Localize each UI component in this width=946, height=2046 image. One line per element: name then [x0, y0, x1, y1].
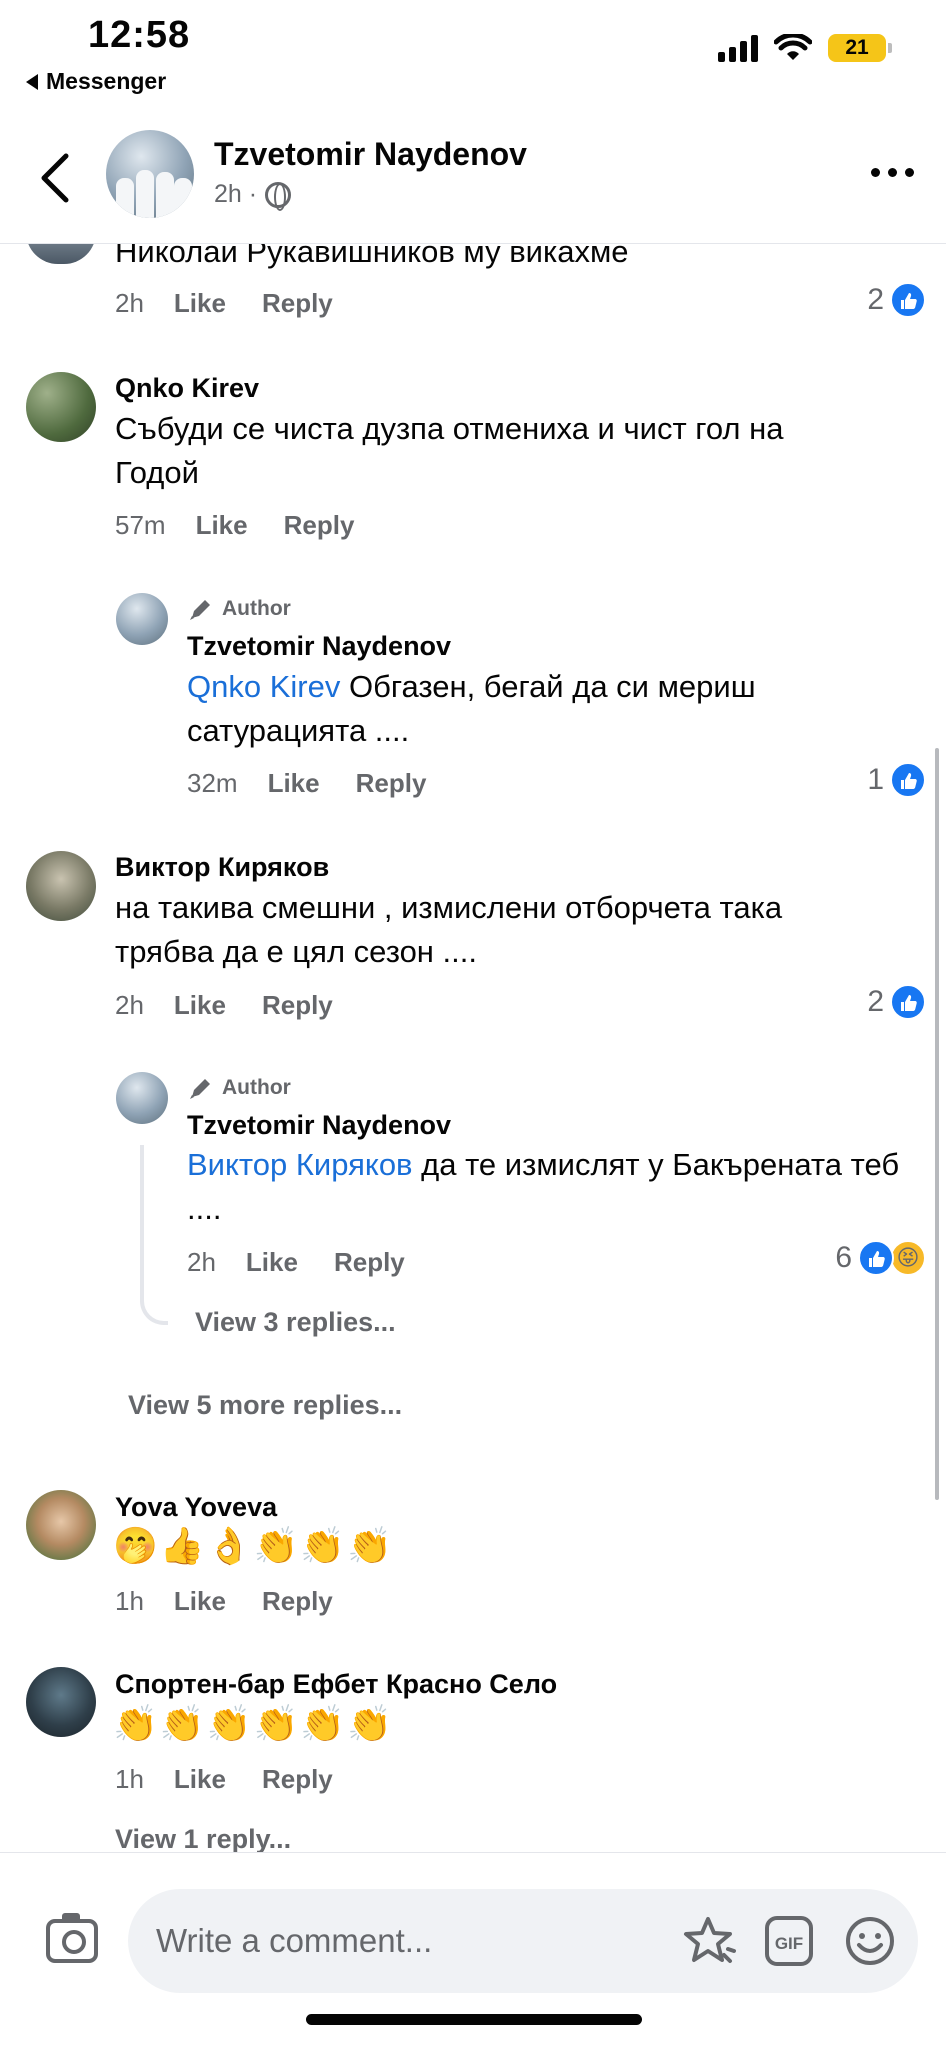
reaction-count[interactable]: 2 [867, 282, 926, 318]
like-button[interactable]: Like [196, 510, 248, 541]
comment-box[interactable]: GIF [128, 1889, 918, 1993]
like-button[interactable]: Like [174, 990, 226, 1021]
status-icons: 21 [718, 34, 892, 62]
status-time: 12:58 [88, 14, 191, 56]
comment-time: 32m [187, 768, 238, 798]
comment-avatar[interactable] [26, 851, 96, 921]
like-button[interactable]: Like [246, 1247, 298, 1278]
reply-avatar[interactable] [116, 1072, 168, 1124]
view-3-replies-link[interactable]: View 3 replies... [195, 1307, 396, 1338]
commenter-name[interactable]: Tzvetomir Naydenov [187, 631, 451, 662]
commenter-name[interactable]: Спортен-бар Ефбет Красно Село [115, 1669, 557, 1700]
reply-avatar[interactable] [116, 593, 168, 645]
comment-actions: 2h Like Reply [115, 990, 369, 1021]
camera-icon[interactable] [46, 1913, 98, 1963]
author-tag: Author [188, 1075, 291, 1101]
emoji-comment: 🤭👍👌👏👏👏 [113, 1525, 394, 1566]
commenter-name[interactable]: Виктор Киряков [115, 852, 329, 883]
comment-text: на такива смешни , измислени отборчета т… [115, 890, 783, 969]
like-button[interactable]: Like [268, 768, 320, 799]
comment-avatar[interactable] [26, 1667, 96, 1737]
reply-button[interactable]: Reply [262, 288, 333, 319]
like-button[interactable]: Like [174, 1764, 226, 1795]
view-more-replies-link[interactable]: View 5 more replies... [128, 1390, 402, 1421]
comment-input[interactable] [156, 1889, 656, 1993]
pen-icon [190, 1079, 210, 1099]
reply-button[interactable]: Reply [356, 768, 427, 799]
pen-icon [190, 600, 210, 620]
like-icon [890, 762, 926, 798]
comment-actions: 2h Like Reply [187, 1247, 441, 1278]
comment-avatar[interactable] [26, 1490, 96, 1560]
signal-icon [718, 34, 758, 62]
home-indicator [306, 2014, 642, 2025]
reaction-count[interactable]: 6 😝 [835, 1240, 926, 1276]
post-time: 2h · [214, 180, 258, 208]
post-header: Tzvetomir Naydenov 2h · [0, 112, 946, 244]
reaction-number: 1 [867, 763, 884, 796]
mention-link[interactable]: Виктор Киряков [187, 1147, 413, 1182]
reaction-count[interactable]: 2 [867, 984, 926, 1020]
comment-actions: 2h Like Reply [115, 288, 369, 319]
scrollbar[interactable] [935, 748, 939, 1500]
reply-button[interactable]: Reply [262, 990, 333, 1021]
commenter-name[interactable]: Qnko Kirev [115, 373, 259, 404]
author-name[interactable]: Tzvetomir Naydenov [214, 136, 527, 173]
comment-text: Събуди се чиста дузпа отмениха и чист го… [115, 411, 784, 490]
like-button[interactable]: Like [174, 288, 226, 319]
post-meta: 2h · [214, 180, 292, 211]
like-icon [858, 1240, 894, 1276]
comment-time: 2h [115, 288, 144, 318]
comment-avatar[interactable] [26, 372, 96, 442]
comment-time: 57m [115, 510, 166, 540]
comment-actions: 32m Like Reply [187, 768, 462, 799]
reaction-number: 2 [867, 283, 884, 316]
svg-text:GIF: GIF [775, 1934, 803, 1953]
gif-icon[interactable]: GIF [764, 1915, 814, 1967]
comment-time: 2h [187, 1247, 216, 1277]
comment-text: Виктор Киряков да те измислят у Бакърена… [187, 1143, 927, 1231]
comment-time: 2h [115, 990, 144, 1020]
comment-actions: 1h Like Reply [115, 1586, 369, 1617]
like-icon [890, 984, 926, 1020]
back-to-messenger[interactable]: Messenger [26, 68, 166, 95]
thread-line [140, 1145, 168, 1325]
mention-link[interactable]: Qnko Kirev [187, 669, 340, 704]
comment-time: 1h [115, 1586, 144, 1616]
reaction-number: 2 [867, 985, 884, 1018]
commenter-name[interactable]: Tzvetomir Naydenov [187, 1110, 451, 1141]
comment-text: Qnko Kirev Обгазен, бегай да си мериш са… [187, 665, 887, 753]
author-tag-label: Author [222, 597, 291, 620]
author-avatar[interactable] [106, 130, 194, 218]
battery-icon: 21 [828, 34, 892, 62]
reply-button[interactable]: Reply [262, 1586, 333, 1617]
reaction-number: 6 [835, 1241, 852, 1274]
back-app-label: Messenger [46, 68, 167, 94]
reply-button[interactable]: Reply [284, 510, 355, 541]
battery-level: 21 [845, 36, 869, 59]
sticker-icon[interactable] [682, 1915, 738, 1969]
comment-actions: 1h Like Reply [115, 1764, 369, 1795]
author-tag-label: Author [222, 1076, 291, 1099]
haha-icon: 😝 [890, 1240, 926, 1276]
comment-time: 1h [115, 1764, 144, 1794]
back-triangle-icon [26, 73, 38, 90]
like-button[interactable]: Like [174, 1586, 226, 1617]
emoji-comment: 👏👏👏👏👏👏 [113, 1703, 394, 1744]
wifi-icon [774, 34, 812, 60]
like-icon [890, 282, 926, 318]
commenter-name[interactable]: Yova Yoveva [115, 1492, 277, 1523]
emoji-icon[interactable] [844, 1915, 896, 1967]
more-icon[interactable] [871, 168, 914, 177]
back-chevron-icon[interactable] [36, 150, 76, 206]
reply-button[interactable]: Reply [262, 1764, 333, 1795]
reply-button[interactable]: Reply [334, 1247, 405, 1278]
view-1-reply-link[interactable]: View 1 reply... [115, 1824, 291, 1855]
globe-icon [265, 181, 292, 211]
comment-actions: 57m Like Reply [115, 510, 390, 541]
reaction-count[interactable]: 1 [867, 762, 926, 798]
author-tag: Author [188, 596, 291, 622]
